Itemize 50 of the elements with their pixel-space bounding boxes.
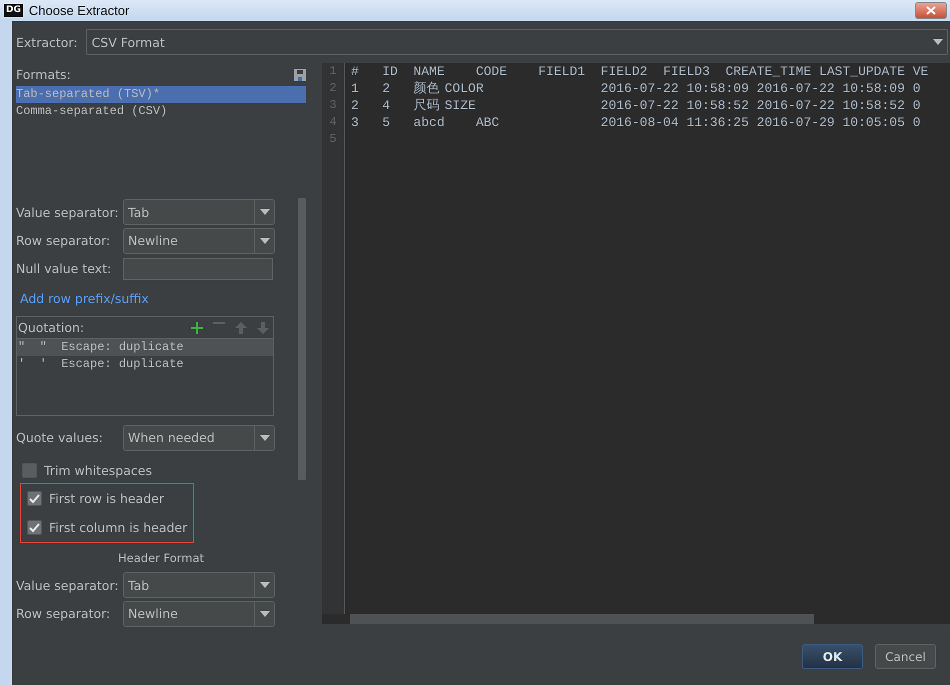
field-label: Null value text: xyxy=(16,261,112,276)
field-label: Value separator: xyxy=(16,578,120,593)
dropdown[interactable]: Tab xyxy=(123,572,275,598)
window-title: Choose Extractor xyxy=(28,3,130,18)
remove-icon[interactable] xyxy=(213,322,225,324)
field-label: Row separator: xyxy=(16,233,112,248)
dropdown-arrow-icon xyxy=(260,582,270,588)
dropdown-arrow-icon xyxy=(260,610,270,617)
field-label: Row separator: xyxy=(16,606,112,622)
dropdown[interactable]: Newline xyxy=(123,228,275,254)
down-arrow-icon[interactable] xyxy=(257,322,269,334)
quotation-label: Quotation: xyxy=(18,320,84,336)
dropdown-arrow-icon xyxy=(260,238,270,244)
format-list-item[interactable]: Comma-separated (CSV) xyxy=(16,103,306,120)
checkbox-label: Trim whitespaces xyxy=(44,462,152,478)
add-icon[interactable] xyxy=(191,322,203,334)
app-logo-icon: DG xyxy=(4,4,23,17)
scrollbar[interactable] xyxy=(350,614,814,624)
checkbox[interactable] xyxy=(27,520,42,536)
close-icon xyxy=(926,6,936,15)
field-label: Quote values: xyxy=(16,430,104,446)
add-row-prefix-link[interactable]: Add row prefix/suffix xyxy=(16,283,153,314)
quotation-row[interactable]: " " Escape: duplicate xyxy=(17,339,273,356)
dropdown-arrow-icon xyxy=(260,209,270,216)
checkbox-label: First column is header xyxy=(49,520,188,536)
dropdown[interactable]: Tab xyxy=(123,199,275,226)
field-label: Value separator: xyxy=(16,204,120,220)
ok-button[interactable]: OK xyxy=(802,644,863,669)
code-line: 1 2 颜色 COLOR 2016-07-22 10:58:09 2016-07-22 10:58:09 0 xyxy=(350,80,922,97)
scrollbar[interactable] xyxy=(298,198,306,480)
checkbox[interactable] xyxy=(22,462,37,478)
extractor-label: Extractor: xyxy=(16,34,78,50)
extractor-dropdown[interactable]: CSV Format xyxy=(86,29,948,55)
dropdown[interactable]: Newline xyxy=(123,600,275,627)
input-field[interactable] xyxy=(123,258,273,280)
checkbox-label: First row is header xyxy=(49,491,164,506)
dropdown[interactable]: When needed xyxy=(123,424,275,451)
formats-label: Formats: xyxy=(16,67,71,82)
format-list-item[interactable]: Tab-separated (TSV)* xyxy=(16,86,306,103)
dropdown-arrow-icon xyxy=(933,39,943,45)
section-title: Header Format xyxy=(117,550,206,568)
cancel-button[interactable]: Cancel xyxy=(875,644,936,669)
dropdown-arrow-icon xyxy=(260,434,270,441)
up-arrow-icon[interactable] xyxy=(235,322,247,334)
checkbox[interactable] xyxy=(27,491,42,506)
code-line: # ID NAME CODE FIELD1 FIELD2 FIELD3 CREATE_TIME LAST_UPDATE VE xyxy=(350,63,930,80)
close-button[interactable] xyxy=(915,2,947,19)
code-line: 2 4 尺码 SIZE 2016-07-22 10:58:52 2016-07-22 10:58:52 0 xyxy=(350,97,922,114)
code-line: 3 5 abcd ABC 2016-08-04 11:36:25 2016-07-29 10:05:05 0 xyxy=(350,114,922,131)
save-icon[interactable] xyxy=(294,68,306,80)
